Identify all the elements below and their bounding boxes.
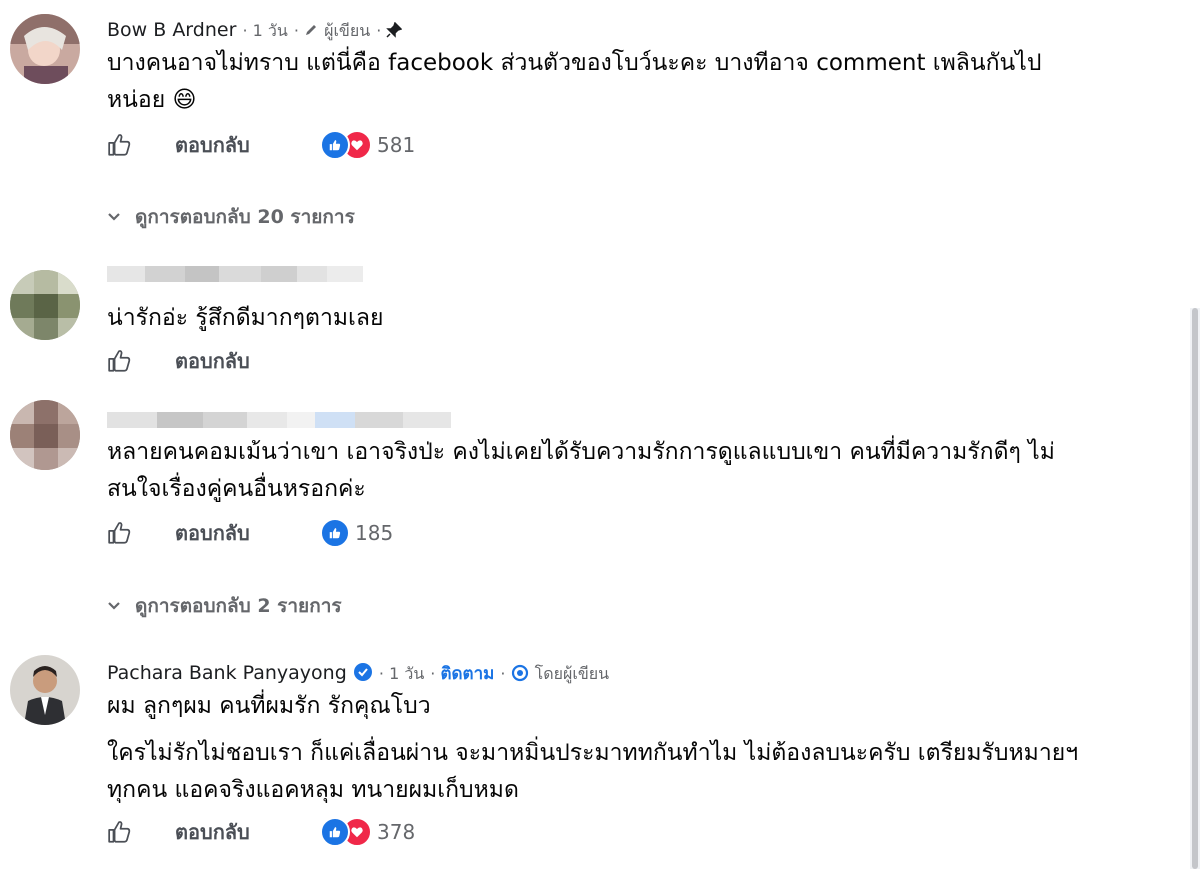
chevron-down-icon	[108, 602, 120, 610]
reactions[interactable]: 185	[320, 518, 393, 548]
author-badge: โดยผู้เขียน	[534, 664, 610, 683]
like-reaction-icon	[320, 518, 350, 548]
like-reaction-icon	[320, 130, 350, 160]
comment-text: บางคนอาจไม่ทราบ แต่นี่คือ facebook ส่วนต…	[107, 50, 1042, 113]
reply-button[interactable]: ตอบกลับ	[175, 129, 250, 161]
comment-actions: ตอบกลับ	[107, 817, 250, 847]
follow-button[interactable]: ติดตาม	[440, 664, 494, 684]
avatar[interactable]	[10, 14, 80, 84]
reaction-count: 581	[377, 133, 416, 157]
author-name-blurred[interactable]	[107, 266, 363, 282]
comment-text: หลายคนคอมเม้นว่าเขา เอาจริงป่ะ คงไม่เคยไ…	[107, 439, 1055, 502]
like-icon[interactable]	[107, 520, 133, 546]
avatar-blurred[interactable]	[10, 270, 80, 340]
like-icon[interactable]	[107, 132, 133, 158]
author-name[interactable]: Pachara Bank Panyayong	[107, 662, 347, 684]
comment-header: Bow B Ardner · 1 วัน · ผู้เขียน ·	[107, 19, 403, 44]
reaction-count: 185	[355, 521, 394, 545]
view-replies-button[interactable]: ดูการตอบกลับ 2 รายการ	[107, 591, 342, 621]
reactions[interactable]: 581	[320, 130, 415, 160]
reply-button[interactable]: ตอบกลับ	[175, 517, 250, 549]
author-badge: ผู้เขียน	[324, 21, 371, 40]
view-replies-button[interactable]: ดูการตอบกลับ 20 รายการ	[107, 202, 355, 232]
comment-time[interactable]: 1 วัน	[389, 664, 424, 683]
pin-icon	[386, 21, 403, 38]
comment-actions: ตอบกลับ	[107, 346, 250, 376]
comment-actions: ตอบกลับ	[107, 130, 250, 160]
comment-text-paragraph-2: ใครไม่รักไม่ชอบเรา ก็แค่เลื่อนผ่าน จะมาห…	[107, 740, 1079, 803]
like-reaction-icon	[320, 817, 350, 847]
comment-header: Pachara Bank Panyayong · 1 วัน · ติดตาม …	[107, 662, 610, 684]
scrollbar-thumb[interactable]	[1192, 308, 1198, 869]
like-icon[interactable]	[107, 819, 133, 845]
like-icon[interactable]	[107, 348, 133, 374]
reply-button[interactable]: ตอบกลับ	[175, 345, 250, 377]
reply-button[interactable]: ตอบกลับ	[175, 816, 250, 848]
comment-time[interactable]: 1 วัน	[253, 21, 288, 40]
author-name-blurred[interactable]	[107, 412, 451, 428]
chevron-down-icon	[108, 213, 120, 221]
verified-badge-icon	[353, 663, 372, 681]
author-check-icon	[511, 664, 528, 682]
pencil-icon	[306, 25, 317, 35]
reactions[interactable]: 378	[320, 817, 415, 847]
comment-text: ผม ลูกๆผม คนที่ผมรัก รักคุณโบว	[107, 693, 431, 719]
comment-actions: ตอบกลับ	[107, 518, 250, 548]
reaction-count: 378	[377, 820, 416, 844]
avatar-blurred[interactable]	[10, 400, 80, 470]
comment-text: น่ารักอ่ะ รู้สึกดีมากๆตามเลย	[107, 305, 384, 331]
avatar[interactable]	[10, 655, 80, 725]
author-name[interactable]: Bow B Ardner	[107, 19, 236, 41]
